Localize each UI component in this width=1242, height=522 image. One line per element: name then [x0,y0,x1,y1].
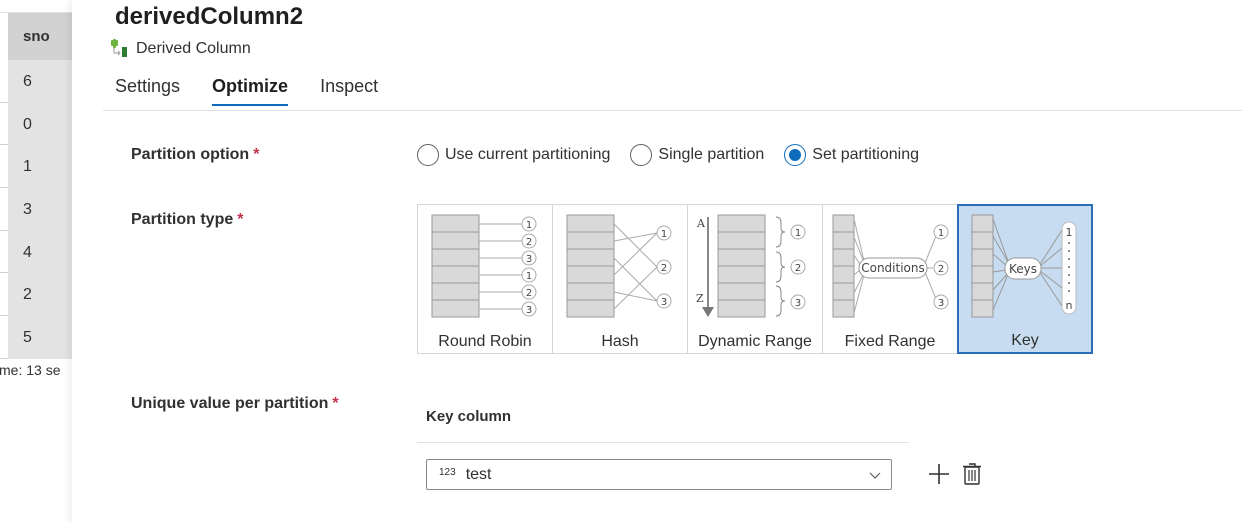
partition-option-label: Partition option * [131,146,259,164]
tab-settings[interactable]: Settings [115,76,180,105]
grid-cell: 4 [8,230,72,274]
radio-label: Use current partitioning [445,146,611,163]
partition-type-round-robin[interactable]: 1 2 3 1 2 3 Round Robin [417,204,553,354]
grid-footer-status: time: 13 se [0,362,72,378]
add-icon[interactable] [927,461,951,487]
partition-number: 1 [795,228,801,239]
key-column-select[interactable]: 123 test [426,459,892,490]
conditions-label: Conditions [861,261,925,275]
required-mark: * [332,395,339,412]
partition-number: 2 [526,237,532,248]
partition-number: 2 [661,263,667,274]
partition-number: 3 [661,297,667,308]
partition-type-label: Hash [601,333,639,350]
integer-type-icon: 123 [439,467,456,478]
radio-circle[interactable] [784,144,807,166]
grid-cell: 1 [8,145,72,189]
partition-type-label: Key [1011,332,1039,349]
partition-option-label-text: Partition option [131,146,250,163]
partition-type-tiles: 1 2 3 1 2 3 Round Robin 1 2 3 Hash A Z 1… [417,204,1093,354]
grid-cell: 0 [8,102,72,146]
key-column-header: Key column [426,408,512,425]
grid-column-header[interactable]: sno [8,13,72,60]
partition-number: 1 [526,220,532,231]
radio-single-partition[interactable]: Single partition [630,144,764,166]
partition-number: 3 [526,254,532,265]
partition-type-label: Round Robin [438,333,532,350]
radio-circle[interactable] [630,144,653,166]
panel-title: derivedColumn2 [115,3,304,30]
radio-set-partitioning[interactable]: Set partitioning [784,144,919,166]
grid-cell: 6 [8,60,72,103]
radio-label: Single partition [658,146,765,163]
fixed-range-diagram-icon: Conditions 1 2 3 [832,214,949,318]
derived-column-icon [111,39,127,57]
grid-cell: 2 [8,273,72,317]
axis-start-label: A [696,217,706,230]
partition-type-hash[interactable]: 1 2 3 Hash [552,204,688,354]
panel-subtitle: Derived Column [110,39,251,59]
panel-tabs: Settings Optimize Inspect [115,76,410,106]
range-end-label: n [1066,299,1073,312]
hash-diagram-icon: 1 2 3 [566,214,672,318]
round-robin-diagram-icon: 1 2 3 1 2 3 [431,214,537,318]
key-column-header-divider [417,442,909,443]
partition-number: 1 [661,229,667,240]
partition-type-label: Fixed Range [844,333,936,350]
partition-number: 1 [526,271,532,282]
partition-number: 3 [526,305,532,316]
grid-cell: 5 [8,316,72,359]
range-start-label: 1 [1066,226,1073,239]
partition-number: 2 [526,288,532,299]
delete-icon[interactable] [960,461,984,487]
radio-use-current-partitioning[interactable]: Use current partitioning [417,144,610,166]
grid-row-lines [0,60,8,359]
keys-label: Keys [1009,262,1037,276]
tabs-divider [103,110,1242,111]
partition-option-radio-group: Use current partitioning Single partitio… [417,144,939,166]
partition-number: 3 [938,298,944,309]
grid-footer-text: time: 13 se [0,362,61,378]
data-preview-grid: sno 6 0 1 3 4 2 5 time: 13 se [0,0,72,522]
key-column-selected-value: test [465,465,492,483]
partition-number: 2 [938,264,944,275]
transformation-panel: derivedColumn2 Derived Column Settings O… [72,0,1242,522]
partition-type-fixed-range[interactable]: Conditions 1 2 3 Fixed Range [822,204,958,354]
radio-label: Set partitioning [812,146,919,163]
required-mark: * [237,211,244,228]
key-diagram-icon: Keys 1 n [971,214,1077,318]
panel-subtitle-text: Derived Column [136,40,251,57]
partition-type-label: Partition type * [131,211,243,229]
partition-type-dynamic-range[interactable]: A Z 1 2 3 Dynamic Range [687,204,823,354]
grid-column-sno: sno 6 0 1 3 4 2 5 [8,13,72,359]
chevron-down-icon [869,472,881,479]
partition-type-key[interactable]: Keys 1 n Key [957,204,1093,354]
partition-number: 2 [795,263,801,274]
tab-inspect[interactable]: Inspect [320,76,378,105]
grid-cell: 3 [8,188,72,231]
required-mark: * [253,146,260,163]
partition-number: 3 [795,298,801,309]
radio-circle[interactable] [417,144,439,166]
axis-end-label: Z [696,292,704,305]
partition-number: 1 [938,228,944,239]
dynamic-range-diagram-icon: A Z 1 2 3 [696,214,806,318]
unique-value-label-text: Unique value per partition [131,395,329,412]
partition-type-label: Dynamic Range [698,333,812,350]
partition-type-label-text: Partition type [131,211,234,228]
tab-optimize[interactable]: Optimize [212,76,289,106]
unique-value-label: Unique value per partition * [131,395,339,413]
